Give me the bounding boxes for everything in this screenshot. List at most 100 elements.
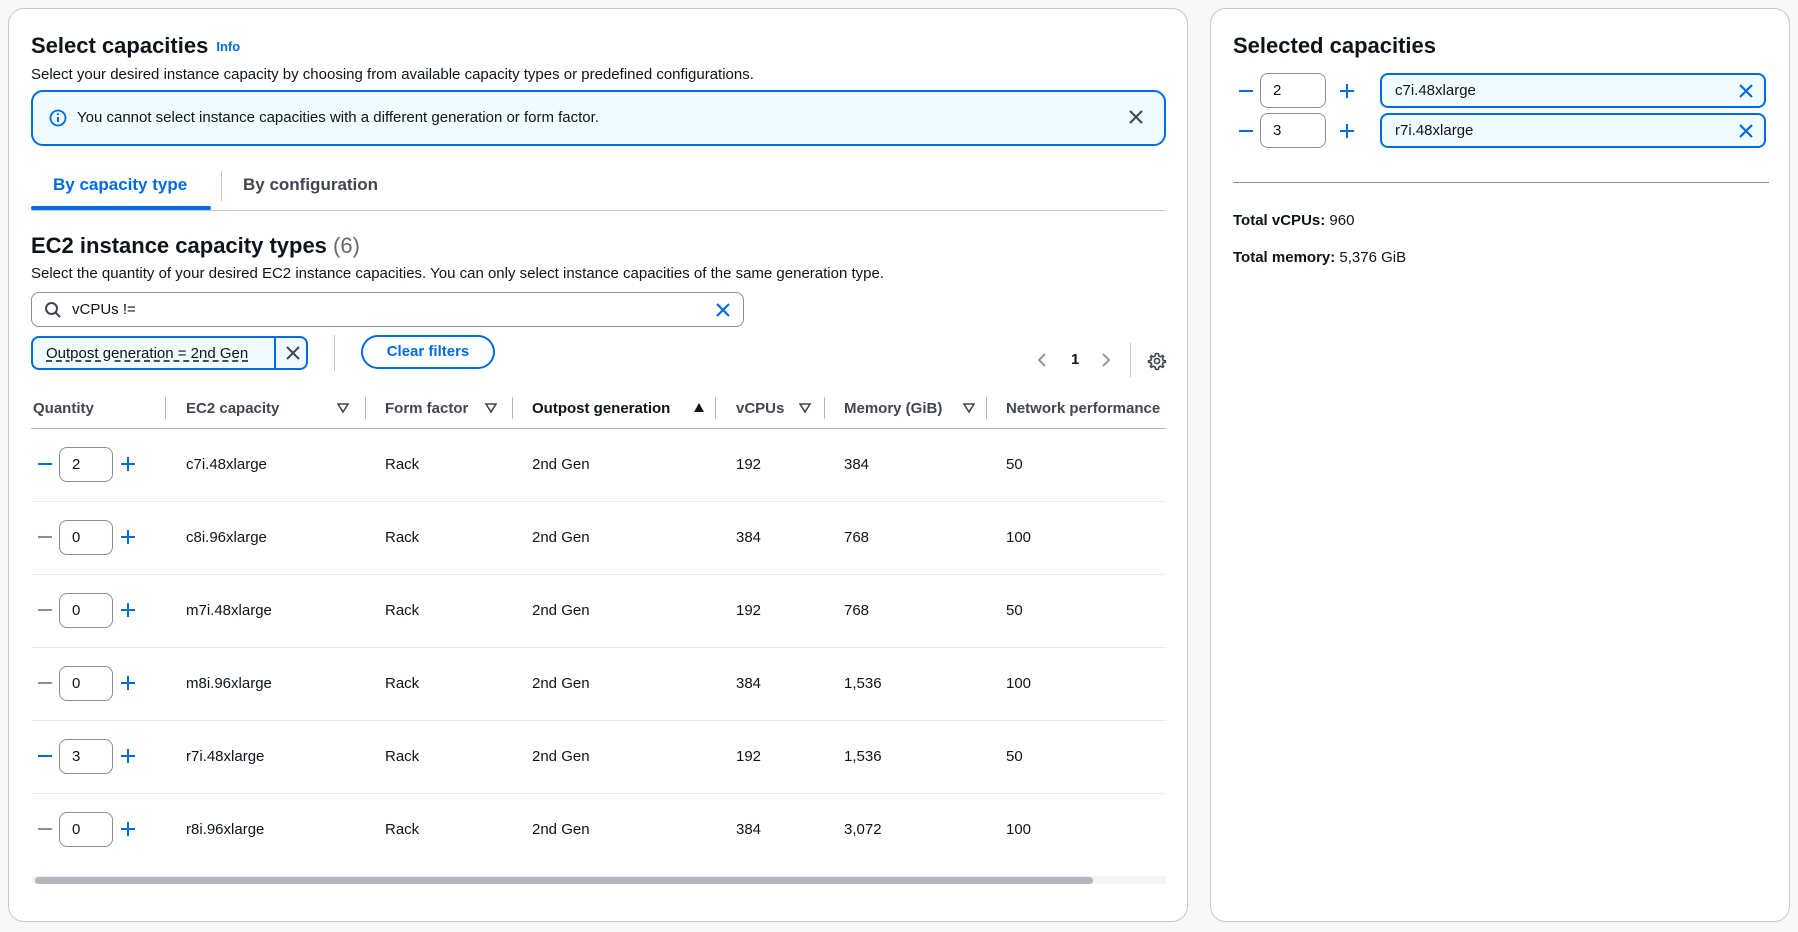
remove-icon[interactable] — [1736, 81, 1756, 101]
minus-icon[interactable] — [36, 820, 54, 838]
quantity-stepper[interactable]: 3 — [1260, 113, 1326, 148]
minus-icon[interactable] — [36, 455, 54, 473]
quantity-stepper[interactable]: 0 — [59, 666, 113, 701]
sort-icon[interactable] — [337, 402, 349, 414]
cell-form-factor: Rack — [385, 456, 420, 473]
minus-icon[interactable] — [36, 528, 54, 546]
section-title: EC2 instance capacity types (6) — [31, 233, 360, 259]
cell-network: 50 — [1006, 602, 1023, 619]
sort-icon[interactable] — [963, 402, 975, 414]
minus-icon[interactable] — [36, 601, 54, 619]
cell-generation: 2nd Gen — [532, 529, 590, 546]
info-link[interactable]: Info — [216, 39, 240, 54]
sort-icon[interactable] — [485, 402, 497, 414]
minus-icon[interactable] — [36, 747, 54, 765]
alert-text: You cannot select instance capacities wi… — [77, 109, 599, 126]
quantity-stepper[interactable]: 0 — [59, 593, 113, 628]
tab-by-capacity-type[interactable]: By capacity type — [53, 175, 187, 195]
minus-icon[interactable] — [36, 674, 54, 692]
quantity-stepper[interactable]: 0 — [59, 812, 113, 847]
cell-vcpus: 384 — [736, 821, 762, 838]
total-memory-value: 5,376 GiB — [1339, 249, 1407, 266]
table-row: 0 m8i.96xlarge Rack 2nd Gen 384 1,536 100 — [31, 648, 1166, 721]
column-separator — [824, 397, 825, 419]
table-row: 0 r8i.96xlarge Rack 2nd Gen 384 3,072 100 — [31, 794, 1166, 867]
column-header-network-performance[interactable]: Network performance — [1006, 400, 1160, 417]
column-separator — [715, 397, 716, 419]
selected-capacities-panel: Selected capacities 2 c7i.48xlarge 3 r7i.48… — [1210, 8, 1790, 922]
cell-network: 100 — [1006, 675, 1032, 692]
column-header-memory[interactable]: Memory (GiB) — [844, 400, 942, 417]
cell-memory: 1,536 — [844, 748, 882, 765]
plus-icon[interactable] — [119, 601, 137, 619]
close-icon[interactable] — [1126, 107, 1146, 127]
selected-capacity-row: 2 c7i.48xlarge — [1233, 73, 1773, 109]
remove-icon[interactable] — [1736, 121, 1756, 141]
total-vcpus: Total vCPUs: 960 — [1233, 212, 1354, 229]
cell-capacity: m7i.48xlarge — [186, 602, 272, 619]
tab-by-configuration[interactable]: By configuration — [243, 175, 378, 195]
clear-filters-button[interactable]: Clear filters — [361, 335, 495, 369]
quantity-stepper[interactable]: 3 — [59, 739, 113, 774]
cell-form-factor: Rack — [385, 529, 420, 546]
plus-icon[interactable] — [119, 820, 137, 838]
column-header-vcpus[interactable]: vCPUs — [736, 400, 784, 417]
column-header-ec2-capacity[interactable]: EC2 capacity — [186, 400, 279, 417]
cell-vcpus: 384 — [736, 675, 762, 692]
sort-ascending-icon[interactable] — [693, 402, 705, 414]
quantity-stepper[interactable]: 0 — [59, 520, 113, 555]
search-input[interactable]: vCPUs != — [31, 292, 744, 327]
cell-vcpus: 384 — [736, 529, 762, 546]
column-header-quantity: Quantity — [33, 400, 94, 417]
cell-form-factor: Rack — [385, 602, 420, 619]
total-memory-label: Total memory: — [1233, 249, 1336, 266]
clear-search-icon[interactable] — [713, 300, 733, 320]
section-count: (6) — [333, 233, 360, 258]
sort-icon[interactable] — [799, 402, 811, 414]
selected-capacity-token: r7i.48xlarge — [1380, 113, 1766, 148]
cell-form-factor: Rack — [385, 675, 420, 692]
gear-icon[interactable] — [1147, 351, 1167, 371]
chevron-right-icon[interactable] — [1097, 352, 1113, 368]
column-header-form-factor[interactable]: Form factor — [385, 400, 468, 417]
minus-icon[interactable] — [1237, 122, 1255, 140]
cell-capacity: m8i.96xlarge — [186, 675, 272, 692]
chevron-left-icon[interactable] — [1035, 352, 1051, 368]
cell-vcpus: 192 — [736, 456, 762, 473]
page-title: Select capacities Info — [31, 33, 240, 59]
total-vcpus-label: Total vCPUs: — [1233, 212, 1326, 229]
column-header-outpost-generation[interactable]: Outpost generation — [532, 400, 670, 417]
column-separator — [165, 397, 166, 419]
page-description: Select your desired instance capacity by… — [31, 66, 754, 83]
table-body: 2 c7i.48xlarge Rack 2nd Gen 192 384 50 0 c8i.96x… — [31, 429, 1166, 867]
plus-icon[interactable] — [1338, 82, 1356, 100]
plus-icon[interactable] — [119, 747, 137, 765]
minus-icon[interactable] — [1237, 82, 1255, 100]
plus-icon[interactable] — [119, 528, 137, 546]
plus-icon[interactable] — [119, 455, 137, 473]
horizontal-scrollbar[interactable] — [31, 874, 1166, 886]
plus-icon[interactable] — [1338, 122, 1356, 140]
cell-form-factor: Rack — [385, 748, 420, 765]
quantity-stepper[interactable]: 2 — [59, 447, 113, 482]
scrollbar-thumb[interactable] — [35, 877, 1093, 884]
table-row: 2 c7i.48xlarge Rack 2nd Gen 192 384 50 — [31, 429, 1166, 502]
page-number[interactable]: 1 — [1071, 351, 1079, 368]
cell-vcpus: 192 — [736, 748, 762, 765]
remove-filter-icon[interactable] — [283, 343, 303, 363]
quantity-stepper[interactable]: 2 — [1260, 73, 1326, 108]
cell-memory: 384 — [844, 456, 870, 473]
cell-generation: 2nd Gen — [532, 821, 590, 838]
selected-capacity-label: r7i.48xlarge — [1395, 122, 1474, 139]
cell-memory: 3,072 — [844, 821, 882, 838]
filter-token-label[interactable]: Outpost generation = 2nd Gen — [46, 345, 248, 362]
selected-capacities-title: Selected capacities — [1233, 33, 1437, 58]
section-description: Select the quantity of your desired EC2 … — [31, 265, 885, 282]
column-separator — [512, 397, 513, 419]
plus-icon[interactable] — [119, 674, 137, 692]
table-row: 0 m7i.48xlarge Rack 2nd Gen 192 768 50 — [31, 575, 1166, 648]
selected-capacity-token: c7i.48xlarge — [1380, 73, 1766, 108]
filter-token-separator — [274, 336, 276, 370]
filter-divider — [334, 335, 335, 371]
column-separator — [986, 397, 987, 419]
